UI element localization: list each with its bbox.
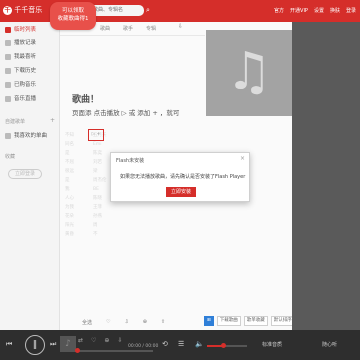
download-arrow-icon[interactable]: ⇩ — [178, 23, 183, 30]
history-icon — [5, 39, 11, 46]
list-footer: 全选 ♡ ⇩ ⊕ ⇪ — [82, 316, 202, 328]
sidebar-item-label: 下载历史 — [14, 68, 37, 74]
sidebar-item-label: 音乐直播 — [14, 96, 37, 102]
download-icon[interactable]: ⇩ — [117, 337, 122, 344]
prev-icon[interactable]: ⏮ — [6, 340, 12, 349]
sidebar-item-favorites[interactable]: 我最喜听 — [0, 51, 60, 63]
next-icon[interactable]: ⏭ — [50, 340, 56, 349]
live-icon — [5, 95, 11, 102]
sidebar-item-label: 我喜欢的单曲 — [14, 133, 48, 139]
install-now-button[interactable]: 立即安装 — [166, 187, 196, 197]
top-action-vip[interactable]: 开通VIP — [290, 6, 308, 16]
sidebar: 临时列表 播放记录 我最喜听 下载历史 已购音乐 音乐直播 自建歌单 + 我喜欢… — [0, 22, 60, 330]
sidebar-item-purchased[interactable]: 已购音乐 — [0, 79, 60, 91]
logo-text: 千千音乐 — [14, 6, 43, 14]
add-playlist-icon[interactable]: + — [50, 117, 55, 124]
dialog-title: Flash未安装 — [116, 158, 145, 164]
like-icon[interactable]: ♡ — [91, 337, 96, 344]
sidebar-item-label: 已购音乐 — [14, 82, 37, 88]
login-button[interactable]: 立即登录 — [8, 169, 42, 179]
sidebar-item-downloads[interactable]: 下载历史 — [0, 65, 60, 77]
right-panel — [292, 22, 360, 330]
sidebar-item-label: 临时列表 — [14, 27, 37, 33]
quality-button[interactable]: 标准音质 — [262, 340, 282, 350]
search-input[interactable] — [88, 5, 144, 16]
progress-knob[interactable] — [75, 348, 80, 353]
logo-mark-icon: 千 — [3, 5, 12, 15]
empty-hint: 页面添 点击播放 ▷ 或 添加 + ，就可 — [72, 109, 180, 117]
close-icon[interactable]: × — [240, 155, 245, 162]
pause-button[interactable]: ‖ — [25, 335, 45, 355]
sidebar-item-liked-songs[interactable]: 我喜欢的单曲 — [0, 130, 60, 142]
sidebar-item-label: 播放记录 — [14, 40, 37, 46]
top-action-skin[interactable]: 换肤 — [330, 6, 340, 16]
list-item: 黄昏不 — [65, 232, 98, 237]
music-note-icon: ♫ — [225, 42, 273, 102]
player-controls: ⇄ ♡ ⊕ ⇩ — [78, 337, 122, 344]
shuffle-icon[interactable]: ⇄ — [78, 337, 83, 344]
volume-slider[interactable] — [207, 343, 247, 348]
flash-dialog: Flash未安装 × 如果您无法播放歌曲，请先确认是否安装了Flash Play… — [110, 152, 250, 202]
download-songs-button[interactable]: 下载歌曲 — [216, 316, 241, 326]
volume-icon[interactable]: 🔈 — [195, 340, 204, 348]
download-icon — [5, 67, 11, 74]
like-icon[interactable]: ♡ — [106, 319, 110, 325]
heart-icon — [5, 53, 11, 60]
album-cover: ♫ — [206, 30, 292, 116]
footer-right-actions: ⊞ 下载歌曲 歌单收藏 默认排序 — [204, 316, 295, 326]
top-actions: 官方 开通VIP 设置 换肤 登录 — [274, 6, 356, 16]
section-fav-heading: 收藏 — [5, 154, 16, 160]
top-action-settings[interactable]: 设置 — [314, 6, 324, 16]
add-icon[interactable]: ⊕ — [143, 319, 147, 325]
empty-title: 歌曲！ — [72, 95, 100, 105]
promo-line-2: 收藏歌曲得1 — [57, 16, 89, 22]
tab-artists[interactable]: 歌手 — [123, 22, 133, 36]
tab-songs[interactable]: 歌曲 — [100, 22, 110, 36]
select-all-checkbox[interactable]: 全选 — [82, 319, 92, 326]
list-item: 花朵 孙燕 — [65, 214, 102, 219]
sidebar-item-label: 我最喜听 — [14, 54, 37, 60]
list-item: 不知 五月天 — [65, 133, 107, 138]
list-item: 同名 Emi — [65, 142, 102, 147]
radio-button[interactable]: 随心听 — [322, 340, 337, 350]
now-playing-cover[interactable]: ♪ — [60, 336, 76, 352]
sidebar-item-history[interactable]: 播放记录 — [0, 37, 60, 49]
player-bar: ⏮ ‖ ⏭ ♪ ⇄ ♡ ⊕ ⇩ 00:00 / 00:00 ⟲ ☰ 🔈 标准音质… — [0, 330, 360, 360]
sidebar-item-live[interactable]: 音乐直播 — [0, 93, 60, 105]
time-readout: 00:00 / 00:00 — [128, 344, 159, 349]
add-icon[interactable]: ⊕ — [104, 337, 109, 344]
progress-bar[interactable] — [75, 348, 153, 353]
promo-badge[interactable]: 可以领取 收藏歌曲得1 — [50, 2, 96, 30]
top-action-login[interactable]: 登录 — [346, 6, 356, 16]
bag-icon — [5, 81, 11, 88]
grid-chip-button[interactable]: ⊞ — [204, 316, 214, 326]
promo-line-1: 可以领取 — [61, 8, 84, 14]
app-logo[interactable]: 千 千千音乐 — [3, 4, 43, 16]
top-action-official[interactable]: 官方 — [274, 6, 284, 16]
share-icon[interactable]: ⇪ — [161, 319, 165, 325]
loop-icon[interactable]: ⟲ — [162, 340, 168, 348]
collect-playlist-button[interactable]: 歌单收藏 — [243, 316, 268, 326]
focus-marker: ▷ + — [88, 129, 104, 141]
download-icon[interactable]: ⇩ — [125, 319, 129, 325]
list-item: 阳光周 — [65, 223, 98, 228]
search-icon[interactable]: ⌕ — [146, 6, 154, 14]
playlist-icon[interactable]: ☰ — [178, 340, 184, 348]
section-created-heading: 自建歌单 — [5, 119, 26, 125]
list-item: 为我 王菲 — [65, 205, 102, 210]
volume-knob[interactable] — [221, 343, 226, 348]
tab-albums[interactable]: 专辑 — [146, 22, 156, 36]
dialog-message: 如果您无法播放歌曲，请先确认是否安装了Flash Player — [120, 174, 246, 180]
heart-icon — [5, 132, 11, 139]
list-icon — [5, 26, 11, 33]
